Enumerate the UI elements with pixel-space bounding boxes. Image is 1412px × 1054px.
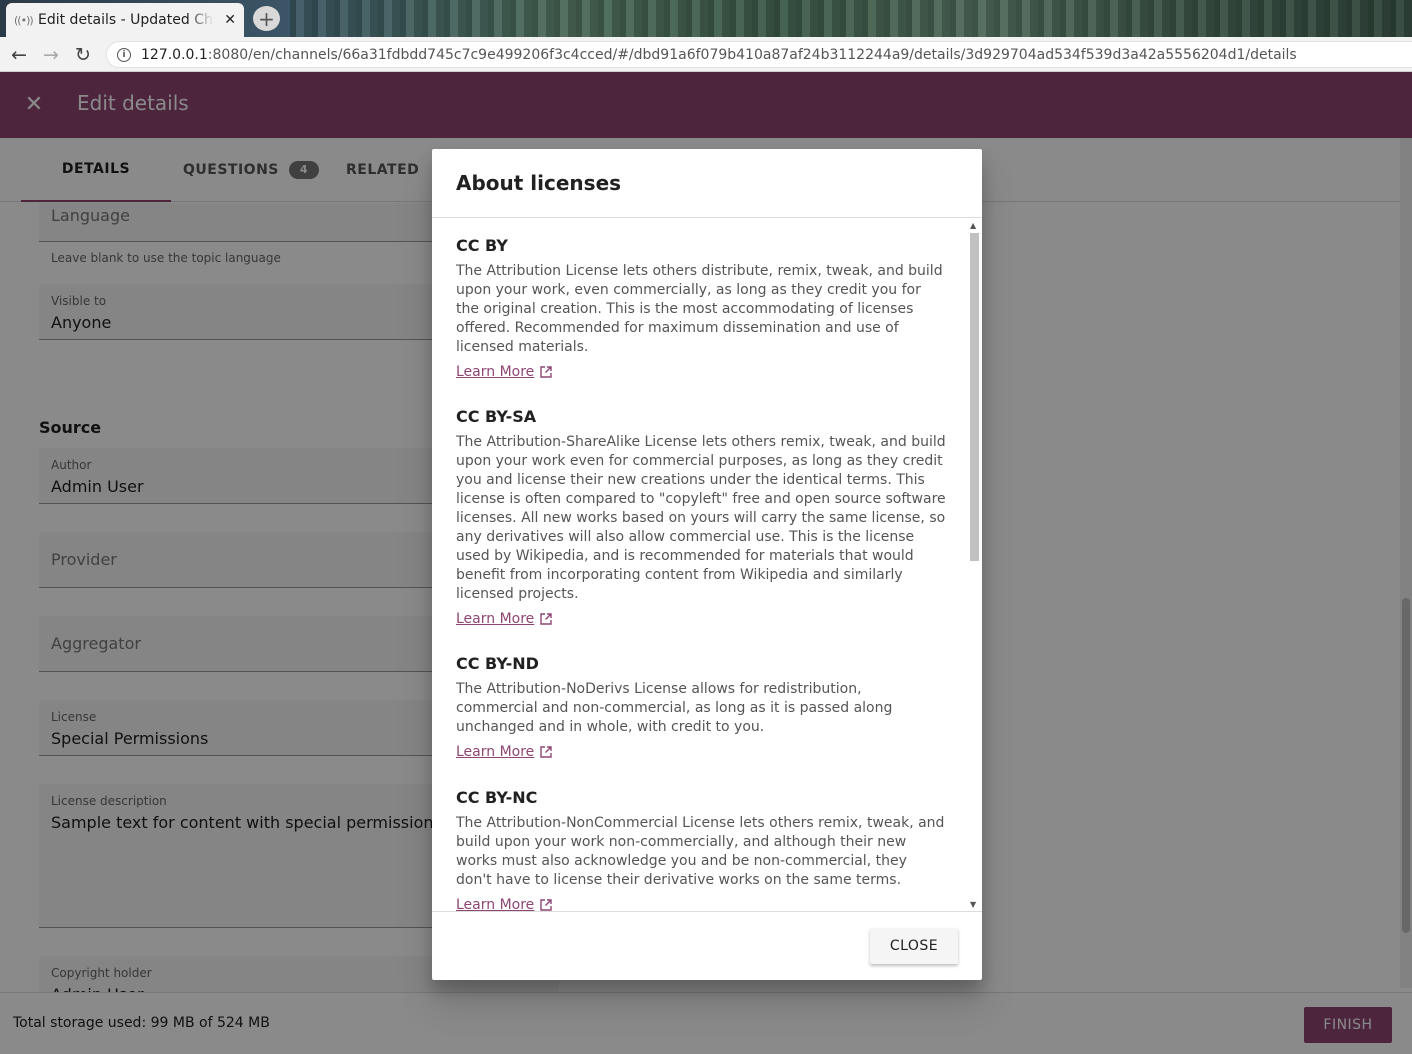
close-button[interactable]: CLOSE: [870, 928, 958, 964]
learn-more-link[interactable]: Learn More: [456, 611, 552, 627]
divider: [432, 911, 982, 912]
dialog-scrollbar-thumb[interactable]: [970, 233, 979, 561]
browser-tab-title: Edit details - Updated Channel: [38, 12, 214, 28]
license-item-cc-by-sa: CC BY-SA The Attribution-ShareAlike Lice…: [456, 407, 946, 627]
back-arrow-icon[interactable]: ←: [6, 42, 32, 68]
scroll-up-arrow-icon[interactable]: ▲: [970, 221, 976, 230]
scroll-down-arrow-icon[interactable]: ▼: [970, 900, 976, 909]
external-link-icon: [540, 899, 552, 911]
learn-more-link[interactable]: Learn More: [456, 897, 552, 911]
info-icon[interactable]: i: [117, 47, 131, 62]
learn-more-link[interactable]: Learn More: [456, 744, 552, 760]
reload-icon[interactable]: ↻: [70, 42, 96, 68]
dialog-title: About licenses: [456, 171, 622, 195]
browser-toolbar: ← → ↻ i 127.0.0.1:8080/en/channels/66a31…: [0, 37, 1412, 72]
license-item-cc-by: CC BY The Attribution License lets other…: [456, 236, 943, 380]
external-link-icon: [540, 613, 552, 625]
new-tab-button[interactable]: +: [253, 6, 280, 31]
learn-more-link[interactable]: Learn More: [456, 364, 552, 380]
url-text: 127.0.0.1:8080/en/channels/66a31fdbdd745…: [141, 46, 1297, 63]
address-bar[interactable]: i 127.0.0.1:8080/en/channels/66a31fdbdd7…: [106, 41, 1412, 68]
close-tab-icon[interactable]: ✕: [224, 12, 236, 28]
broadcast-icon: ((•)): [14, 13, 34, 27]
browser-tab[interactable]: ((•)) Edit details - Updated Channel ✕: [6, 3, 244, 37]
license-item-cc-by-nd: CC BY-ND The Attribution-NoDerivs Licens…: [456, 654, 893, 760]
dialog-content[interactable]: CC BY The Attribution License lets other…: [432, 218, 969, 911]
dialog-scrollbar[interactable]: ▲ ▼: [969, 221, 980, 909]
license-item-cc-by-nc: CC BY-NC The Attribution-NonCommercial L…: [456, 788, 945, 911]
forward-arrow-icon[interactable]: →: [38, 42, 64, 68]
about-licenses-dialog: About licenses CC BY The Attribution Lic…: [432, 149, 982, 980]
external-link-icon: [540, 746, 552, 758]
browser-tab-strip: ((•)) Edit details - Updated Channel ✕ +: [0, 0, 1412, 37]
external-link-icon: [540, 366, 552, 378]
